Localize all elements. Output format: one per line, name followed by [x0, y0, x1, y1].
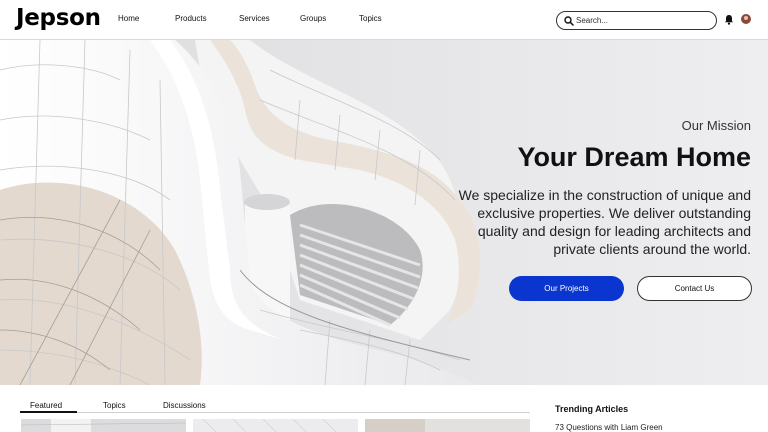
hero-title: Your Dream Home: [517, 142, 751, 172]
featured-card[interactable]: [193, 419, 358, 432]
tabs-divider: [20, 412, 530, 413]
tab-topics[interactable]: Topics: [103, 401, 126, 410]
tab-discussions[interactable]: Discussions: [163, 401, 206, 410]
nav-topics[interactable]: Topics: [359, 14, 382, 23]
hero-eyebrow: Our Mission: [681, 118, 751, 133]
trending-article-link[interactable]: 73 Questions with Liam Green: [555, 423, 663, 432]
avatar[interactable]: [741, 14, 751, 24]
hero-section: Our Mission Your Dream Home We specializ…: [0, 40, 768, 385]
card-thumbnail: [21, 419, 186, 432]
featured-card[interactable]: [21, 419, 186, 432]
tab-featured[interactable]: Featured: [30, 401, 62, 410]
nav-products[interactable]: Products: [175, 14, 207, 23]
contact-us-button[interactable]: Contact Us: [637, 276, 752, 301]
nav-home[interactable]: Home: [118, 14, 139, 23]
trending-articles-heading: Trending Articles: [555, 404, 629, 414]
card-thumbnail: [365, 419, 530, 432]
nav-services[interactable]: Services: [239, 14, 270, 23]
search-bar[interactable]: [556, 11, 717, 30]
hero-description: We specialize in the construction of uni…: [458, 187, 751, 257]
site-header: Jepson Home Products Services Groups Top…: [0, 0, 768, 40]
nav-groups[interactable]: Groups: [300, 14, 326, 23]
featured-card[interactable]: [365, 419, 530, 432]
card-thumbnail: [193, 419, 358, 432]
our-projects-button[interactable]: Our Projects: [509, 276, 624, 301]
search-icon: [564, 16, 574, 26]
active-tab-indicator: [20, 411, 77, 413]
brand-logo[interactable]: Jepson: [16, 5, 101, 31]
search-input[interactable]: [576, 13, 706, 28]
bell-icon[interactable]: [724, 14, 734, 25]
